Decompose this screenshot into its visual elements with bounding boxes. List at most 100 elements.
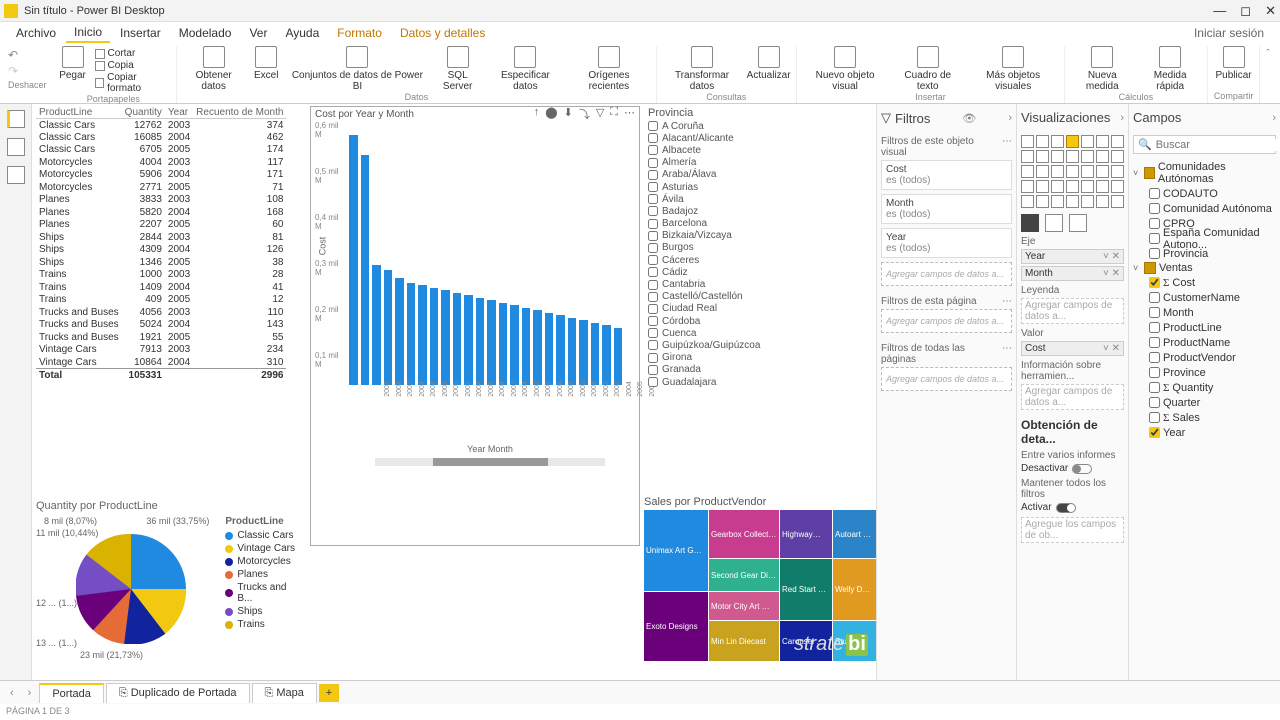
recent-sources-button[interactable]: Orígenes recientes (568, 46, 650, 92)
menu-inicio[interactable]: Inicio (66, 23, 110, 43)
getdata-button[interactable]: Obtener datos (183, 46, 244, 92)
transform-button[interactable]: Transformar datos (663, 46, 742, 92)
sqlserver-button[interactable]: SQL Server (433, 46, 483, 92)
field-item[interactable]: CODAUTO (1133, 186, 1276, 201)
viz-type-20[interactable] (1111, 165, 1124, 178)
axis-field[interactable]: Month˅ ✕ (1021, 266, 1124, 281)
drilldown-icon[interactable]: ⬤ (545, 106, 557, 122)
focus-icon[interactable]: ⛶ (610, 106, 618, 122)
section-more-icon[interactable]: ⋯ (1002, 136, 1012, 158)
viz-type-10[interactable] (1066, 150, 1079, 163)
viz-type-2[interactable] (1051, 135, 1064, 148)
slicer-item[interactable]: Burgos (644, 242, 872, 254)
slicer-item[interactable]: Alacant/Alicante (644, 132, 872, 144)
slicer-item[interactable]: Guadalajara (644, 376, 872, 388)
viz-type-32[interactable] (1081, 195, 1094, 208)
viz-type-3[interactable] (1066, 135, 1079, 148)
more-visuals-button[interactable]: Más objetos visuales (968, 46, 1058, 92)
viz-picker[interactable] (1021, 135, 1124, 208)
slicer-item[interactable]: Cádiz (644, 266, 872, 278)
slicer-item[interactable]: Bizkaia/Vizcaya (644, 230, 872, 242)
viz-type-19[interactable] (1096, 165, 1109, 178)
viz-type-8[interactable] (1036, 150, 1049, 163)
bar-scrollbar[interactable] (375, 458, 605, 466)
slicer-item[interactable]: Guipúzkoa/Guipúzcoa (644, 339, 872, 351)
new-measure-button[interactable]: Nueva medida (1071, 46, 1133, 92)
data-view-icon[interactable] (7, 138, 25, 156)
page-tab[interactable]: ⎘ Mapa (252, 683, 317, 703)
menu-datos y detalles[interactable]: Datos y detalles (392, 24, 493, 42)
model-view-icon[interactable] (7, 166, 25, 184)
slicer-item[interactable]: Cantabria (644, 278, 872, 290)
slicer-item[interactable]: Cuenca (644, 327, 872, 339)
signin-link[interactable]: Iniciar sesión (1186, 24, 1272, 42)
field-table[interactable]: ˅Comunidades Autónomas (1133, 160, 1276, 186)
new-visual-button[interactable]: Nuevo objeto visual (803, 46, 887, 92)
viz-type-1[interactable] (1036, 135, 1049, 148)
pbi-datasets-button[interactable]: Conjuntos de datos de Power BI (288, 46, 426, 92)
cut-button[interactable]: Cortar (95, 48, 171, 59)
drillup-icon[interactable]: ↑ (534, 106, 540, 122)
tab-prev-icon[interactable]: ‹ (4, 687, 20, 699)
expand-icon[interactable]: ⬇ (564, 106, 573, 122)
field-table[interactable]: ˅Ventas (1133, 261, 1276, 275)
fields-search[interactable]: 🔍 (1133, 135, 1276, 154)
hierarchy-icon[interactable]: ⤵ (579, 106, 590, 122)
field-item[interactable]: ΣCost (1133, 275, 1276, 290)
slicer-item[interactable]: Asturias (644, 181, 872, 193)
slicer-item[interactable]: Granada (644, 364, 872, 376)
viz-type-15[interactable] (1036, 165, 1049, 178)
filter-card[interactable]: Costes (todos) (881, 160, 1012, 190)
viz-type-27[interactable] (1111, 180, 1124, 193)
field-item[interactable]: Year (1133, 425, 1276, 440)
menu-formato[interactable]: Formato (329, 24, 390, 42)
filter-card[interactable]: Yeares (todos) (881, 228, 1012, 258)
slicer-item[interactable]: Girona (644, 352, 872, 364)
analytics-well-icon[interactable] (1069, 214, 1087, 232)
slicer-item[interactable]: Cáceres (644, 254, 872, 266)
viz-type-23[interactable] (1051, 180, 1064, 193)
viz-type-21[interactable] (1021, 180, 1034, 193)
fields-collapse-icon[interactable]: › (1272, 112, 1276, 124)
field-item[interactable]: Province (1133, 365, 1276, 380)
pie-visual[interactable]: Quantity por ProductLine 8 mil (8,07%) 1… (36, 500, 304, 666)
quick-measure-button[interactable]: Medida rápida (1139, 46, 1200, 92)
slicer-item[interactable]: Ciudad Real (644, 303, 872, 315)
viz-type-17[interactable] (1066, 165, 1079, 178)
section-more-icon[interactable]: ⋯ (1002, 343, 1012, 365)
add-page-button[interactable]: + (319, 684, 339, 702)
viz-type-14[interactable] (1021, 165, 1034, 178)
maximize-icon[interactable]: ◻ (1240, 3, 1251, 19)
slicer-item[interactable]: A Coruña (644, 120, 872, 132)
drill-dropzone[interactable]: Agregue los campos de ob... (1021, 517, 1124, 543)
keepall-toggle[interactable]: Activar (1021, 502, 1124, 513)
page-tab[interactable]: ⎘ Duplicado de Portada (106, 683, 250, 703)
slicer-item[interactable]: Almería (644, 157, 872, 169)
field-item[interactable]: España Comunidad Autono... (1133, 231, 1276, 246)
viz-type-18[interactable] (1081, 165, 1094, 178)
viz-type-4[interactable] (1081, 135, 1094, 148)
refresh-button[interactable]: Actualizar (747, 46, 790, 81)
viz-type-30[interactable] (1051, 195, 1064, 208)
viz-type-28[interactable] (1021, 195, 1034, 208)
slicer-item[interactable]: Córdoba (644, 315, 872, 327)
slicer-item[interactable]: Badajoz (644, 205, 872, 217)
field-item[interactable]: ProductName (1133, 335, 1276, 350)
filter-dropzone-page[interactable]: Agregar campos de datos a... (881, 309, 1012, 333)
report-view-icon[interactable] (7, 110, 25, 128)
viz-type-22[interactable] (1036, 180, 1049, 193)
slicer-item[interactable]: Araba/Álava (644, 169, 872, 181)
legend-dropzone[interactable]: Agregar campos de datos a... (1021, 298, 1124, 324)
axis-field[interactable]: Year˅ ✕ (1021, 249, 1124, 264)
field-item[interactable]: ΣQuantity (1133, 380, 1276, 395)
slicer-visual[interactable]: Provincia A CoruñaAlacant/AlicanteAlbace… (644, 106, 872, 388)
viz-type-31[interactable] (1066, 195, 1079, 208)
undo-icon[interactable]: ↶ (8, 48, 47, 62)
viz-type-26[interactable] (1096, 180, 1109, 193)
copy-button[interactable]: Copia (95, 60, 171, 71)
viz-type-33[interactable] (1096, 195, 1109, 208)
report-canvas[interactable]: ProductLineQuantityYearRecuento de Month… (32, 104, 876, 680)
slicer-item[interactable]: Albacete (644, 144, 872, 156)
viz-type-34[interactable] (1111, 195, 1124, 208)
format-painter-button[interactable]: Copiar formato (95, 72, 171, 94)
